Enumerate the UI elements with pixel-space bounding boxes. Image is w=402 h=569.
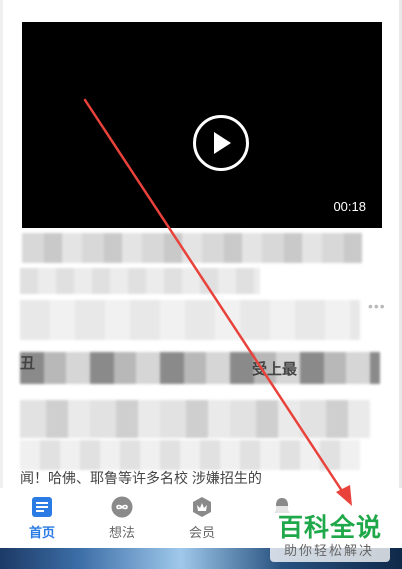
- annotation-arrow: [83, 98, 352, 506]
